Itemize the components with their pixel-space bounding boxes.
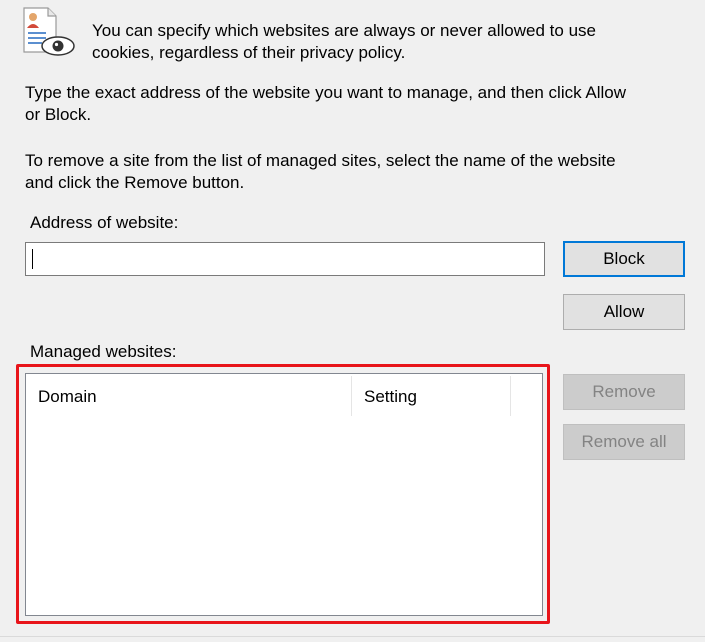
text-caret (32, 249, 33, 269)
remove-button[interactable]: Remove (563, 374, 685, 410)
column-divider[interactable] (510, 376, 511, 416)
address-label: Address of website: (30, 213, 179, 232)
column-header-setting[interactable]: Setting (352, 374, 510, 420)
manage-instructions-line-2: or Block. (25, 105, 92, 124)
remove-instructions-line-2: and click the Remove button. (25, 173, 245, 192)
manage-instructions-line-1: Type the exact address of the website yo… (25, 83, 627, 102)
allow-button[interactable]: Allow (563, 294, 685, 330)
block-button[interactable]: Block (563, 241, 685, 277)
list-header: Domain Setting (26, 374, 542, 420)
remove-all-button[interactable]: Remove all (563, 424, 685, 460)
intro-line-2: cookies, regardless of their privacy pol… (92, 43, 406, 62)
managed-websites-label: Managed websites: (30, 342, 177, 361)
bottom-divider (0, 636, 705, 637)
privacy-document-eye-icon (20, 6, 78, 58)
intro-text: You can specify which websites are alway… (92, 20, 682, 64)
remove-instructions-line-1: To remove a site from the list of manage… (25, 151, 616, 170)
manage-instructions: Type the exact address of the website yo… (25, 82, 685, 126)
remove-instructions: To remove a site from the list of manage… (25, 150, 685, 194)
address-input[interactable] (25, 242, 545, 276)
managed-websites-list[interactable]: Domain Setting (25, 373, 543, 616)
column-header-domain[interactable]: Domain (26, 374, 351, 420)
intro-line-1: You can specify which websites are alway… (92, 21, 596, 40)
